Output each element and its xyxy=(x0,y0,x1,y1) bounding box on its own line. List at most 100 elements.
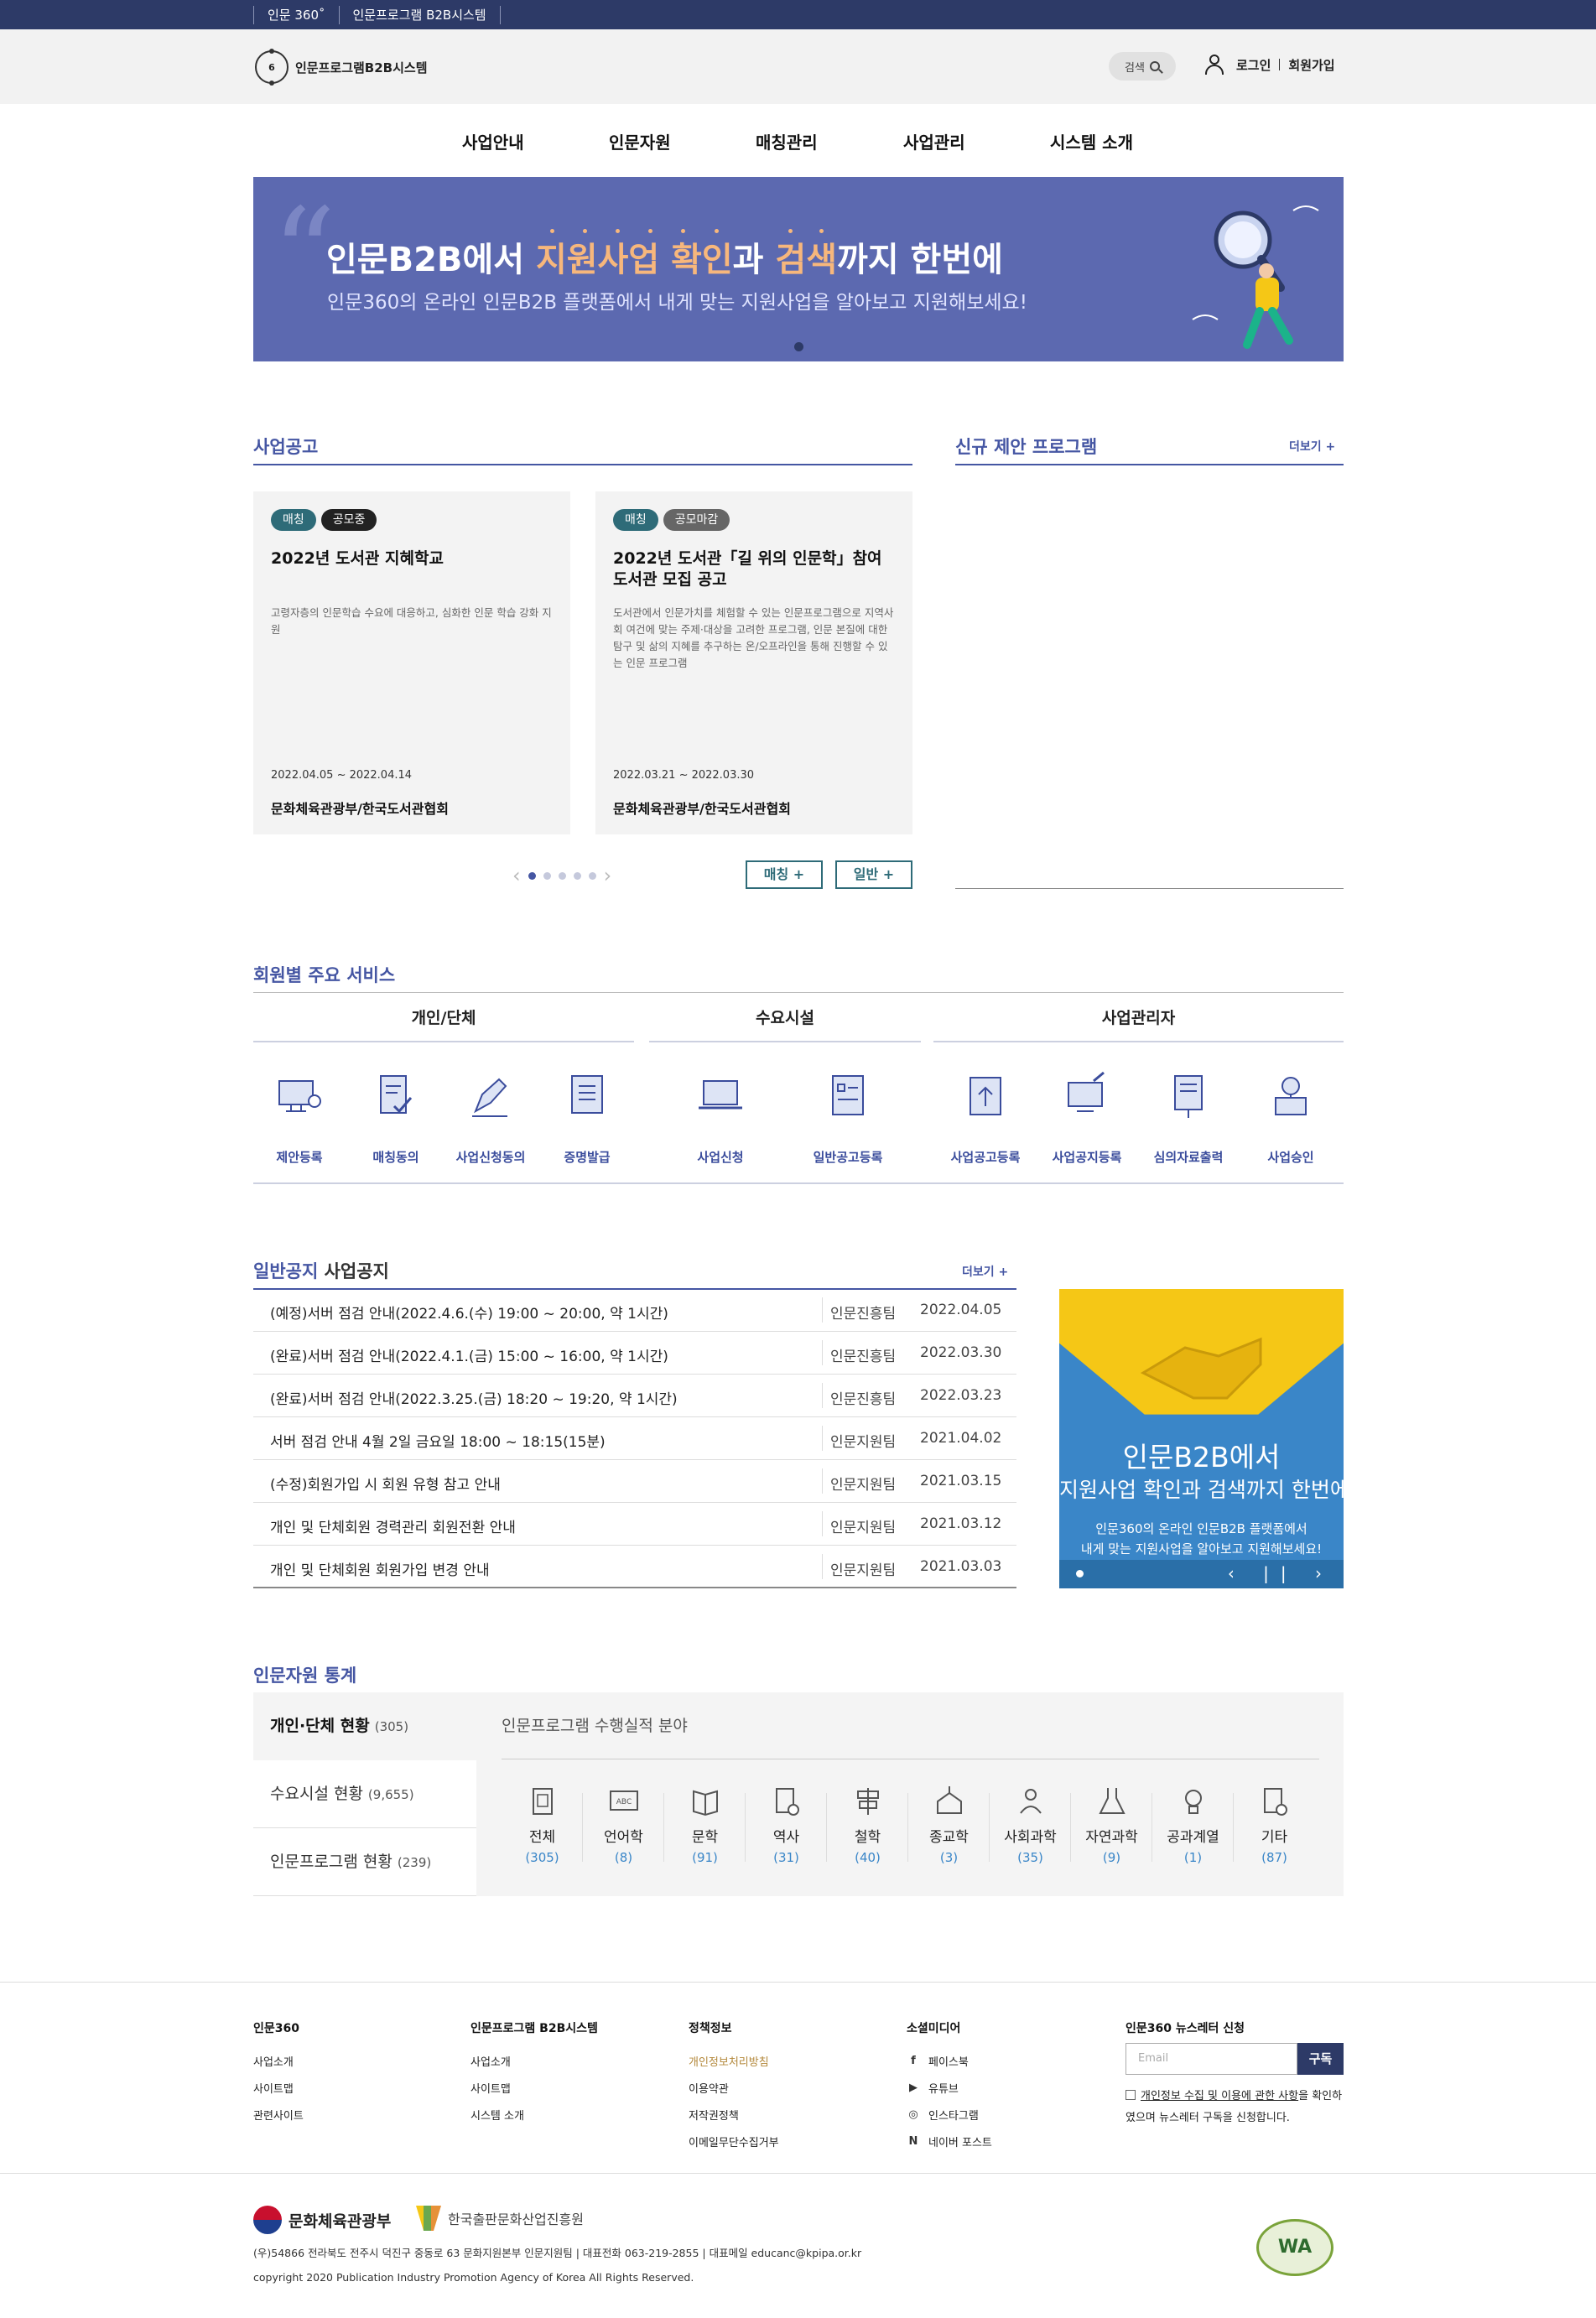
service-review-print[interactable]: 심의자료출력 xyxy=(1142,1069,1235,1166)
category-linguistics[interactable]: ABC 언어학 (8) xyxy=(583,1785,664,1865)
site-logo[interactable]: 6 인문프로그램B2B시스템 xyxy=(255,49,428,86)
notice-row[interactable]: 서버 점검 안내 4월 2일 금요일 18:00 ~ 18:15(15분) 인문지… xyxy=(253,1417,1016,1460)
notice-row[interactable]: (완료)서버 점검 안내(2022.3.25.(금) 18:20 ~ 19:20… xyxy=(253,1375,1016,1417)
service-general-notice-register[interactable]: 일반공고등록 xyxy=(802,1069,894,1166)
divider xyxy=(1279,59,1281,70)
form-document-icon xyxy=(832,1075,864,1115)
slider-dot[interactable] xyxy=(588,871,596,880)
nav-matching[interactable]: 매칭관리 xyxy=(756,129,818,153)
slider-dot[interactable] xyxy=(558,871,566,880)
nav-resources[interactable]: 인문자원 xyxy=(609,129,671,153)
slider-dot[interactable] xyxy=(528,871,536,880)
service-proposal-register[interactable]: 제안등록 xyxy=(253,1069,346,1166)
footer-link[interactable]: 이용약관 xyxy=(689,2080,779,2096)
ministry-logo[interactable]: 문화체육관광부 xyxy=(253,2206,391,2234)
notice-row[interactable]: (수정)회원가입 시 회원 유형 참고 안내 인문지원팀 2021.03.15 xyxy=(253,1460,1016,1503)
category-religion[interactable]: 종교학 (3) xyxy=(908,1785,990,1865)
group-line xyxy=(649,1041,921,1042)
footer-link[interactable]: 사업소개 xyxy=(470,2053,598,2069)
tab-individual-status[interactable]: 개인·단체 현황 (305) xyxy=(253,1692,476,1760)
subscribe-button[interactable]: 구독 xyxy=(1297,2043,1344,2075)
business-card[interactable]: 매칭 공모중 2022년 도서관 지혜학교 고령자층의 인문학습 수요에 대응하… xyxy=(253,491,570,834)
youtube-link[interactable]: ▶ 유튜브 xyxy=(907,2080,992,2096)
tab-facility-status[interactable]: 수요시설 현황 (9,655) xyxy=(253,1760,476,1828)
search-button[interactable]: 검색 xyxy=(1109,52,1176,81)
login-link[interactable]: 로그인 xyxy=(1236,56,1271,74)
instagram-icon: ◎ xyxy=(908,2108,918,2121)
promo-pagination-dot[interactable] xyxy=(1076,1570,1084,1577)
notice-row[interactable]: 개인 및 단체회원 경력관리 회원전환 안내 인문지원팀 2021.03.12 xyxy=(253,1503,1016,1546)
instagram-link[interactable]: ◎ 인스타그램 xyxy=(907,2107,992,2123)
category-philosophy[interactable]: 철학 (40) xyxy=(827,1785,908,1865)
service-business-announce-register[interactable]: 사업공지등록 xyxy=(1041,1069,1133,1166)
footer-link[interactable]: 사업소개 xyxy=(253,2053,304,2069)
flask-icon xyxy=(1098,1788,1126,1814)
footer-col-b2b: 인문프로그램 B2B시스템 사업소개 사이트맵 시스템 소개 xyxy=(470,2022,598,2123)
matching-more-button[interactable]: 매칭 + xyxy=(746,860,823,889)
service-business-apply[interactable]: 사업신청 xyxy=(674,1069,767,1166)
search-label: 검색 xyxy=(1125,61,1145,75)
tab-business-notice[interactable]: 사업공지 xyxy=(318,1261,389,1281)
footer-link[interactable]: 저작권정책 xyxy=(689,2107,779,2123)
footer-link-privacy[interactable]: 개인정보처리방침 xyxy=(689,2053,779,2069)
nav-system-intro[interactable]: 시스템 소개 xyxy=(1050,129,1133,153)
privacy-terms-link[interactable]: 개인정보 수집 및 이용에 관한 사항 xyxy=(1141,2090,1298,2102)
book-icon xyxy=(692,1790,718,1816)
prev-arrow-icon[interactable]: ‹ xyxy=(512,865,521,886)
footer-link[interactable]: 시스템 소개 xyxy=(470,2107,598,2123)
promo-prev-pause-next-icons[interactable]: ‹ || › xyxy=(1228,1563,1333,1583)
agree-checkbox[interactable] xyxy=(1126,2090,1136,2100)
new-program-more-link[interactable]: 더보기 + xyxy=(1289,438,1335,455)
service-certificate[interactable]: 증명발급 xyxy=(541,1069,633,1166)
service-business-approve[interactable]: 사업승인 xyxy=(1245,1069,1337,1166)
category-all[interactable]: 전체 (305) xyxy=(502,1785,583,1865)
business-card[interactable]: 매칭 공모마감 2022년 도서관「길 위의 인문학」참여 도서관 모집 공고 … xyxy=(595,491,912,834)
notice-more-link[interactable]: 더보기 + xyxy=(962,1263,1008,1280)
section-underline xyxy=(253,464,912,465)
banner-subtitle: 인문360의 온라인 인문B2B 플랫폼에서 내게 맞는 지원사업을 알아보고 … xyxy=(327,292,1027,314)
footer-link[interactable]: 관련사이트 xyxy=(253,2107,304,2123)
notice-row[interactable]: (예정)서버 점검 안내(2022.4.6.(수) 19:00 ~ 20:00,… xyxy=(253,1289,1016,1332)
category-natural-science[interactable]: 자연과학 (9) xyxy=(1071,1785,1152,1865)
link-inmun360[interactable]: 인문 360˚ xyxy=(253,5,339,24)
naver-post-link[interactable]: N 네이버 포스트 xyxy=(907,2133,992,2149)
footer-link[interactable]: 이메일무단수집거부 xyxy=(689,2133,779,2149)
card-organization: 문화체육관광부/한국도서관협회 xyxy=(271,801,449,817)
slider-dot[interactable] xyxy=(573,871,581,880)
link-b2b-system[interactable]: 인문프로그램 B2B시스템 xyxy=(338,5,501,24)
category-social-science[interactable]: 사회과학 (35) xyxy=(990,1785,1071,1865)
category-history[interactable]: 역사 (31) xyxy=(746,1785,827,1865)
main-banner[interactable]: “ 인문B2B에서 지원사업 확인과 검색까지 한번에 인문360의 온라인 인… xyxy=(253,177,1344,361)
svg-text:ABC: ABC xyxy=(616,1798,631,1806)
signup-link[interactable]: 회원가입 xyxy=(1288,56,1334,74)
tab-program-status[interactable]: 인문프로그램 현황 (239) xyxy=(253,1828,476,1896)
divider xyxy=(955,888,1344,889)
promo-banner[interactable]: 인문B2B에서 지원사업 확인과 검색까지 한번에 인문360의 온라인 인문B… xyxy=(1059,1289,1344,1588)
facebook-link[interactable]: f 페이스북 xyxy=(907,2053,992,2069)
tab-general-notice[interactable]: 일반공지 xyxy=(253,1261,318,1281)
nav-business-guide[interactable]: 사업안내 xyxy=(462,129,524,153)
category-literature[interactable]: 문학 (91) xyxy=(664,1785,746,1865)
service-application-agree[interactable]: 사업신청동의 xyxy=(444,1069,537,1166)
next-arrow-icon[interactable]: › xyxy=(604,865,612,886)
notice-row[interactable]: (완료)서버 점검 안내(2022.4.1.(금) 15:00 ~ 16:00,… xyxy=(253,1332,1016,1375)
stats-panel: 개인·단체 현황 (305) 수요시설 현황 (9,655) 인문프로그램 현황 (2… xyxy=(253,1692,1344,1896)
footer-link[interactable]: 사이트맵 xyxy=(253,2080,304,2096)
newsletter-email-input[interactable]: Email xyxy=(1126,2043,1297,2075)
kpipa-logo[interactable]: 한국출판문화산업진흥원 xyxy=(416,2206,584,2231)
category-engineering[interactable]: 공과계열 (1) xyxy=(1152,1785,1234,1865)
document-plus-icon xyxy=(1263,1788,1287,1816)
banner-pagination-dot[interactable] xyxy=(794,342,803,351)
service-business-notice-register[interactable]: 사업공고등록 xyxy=(939,1069,1032,1166)
magnifier-person-illustration-icon xyxy=(1192,205,1319,349)
category-etc[interactable]: 기타 (87) xyxy=(1234,1785,1315,1865)
notice-row[interactable]: 개인 및 단체회원 회원가입 변경 안내 인문지원팀 2021.03.03 xyxy=(253,1546,1016,1588)
service-matching-agree[interactable]: 매칭동의 xyxy=(350,1069,442,1166)
slider-dot[interactable] xyxy=(543,871,551,880)
naver-icon: N xyxy=(908,2135,918,2148)
general-more-button[interactable]: 일반 + xyxy=(835,860,912,889)
kpipa-mark-icon xyxy=(416,2206,441,2231)
nav-business-management[interactable]: 사업관리 xyxy=(903,129,965,153)
footer-link[interactable]: 사이트맵 xyxy=(470,2080,598,2096)
group-individual: 개인/단체 xyxy=(411,1009,476,1027)
